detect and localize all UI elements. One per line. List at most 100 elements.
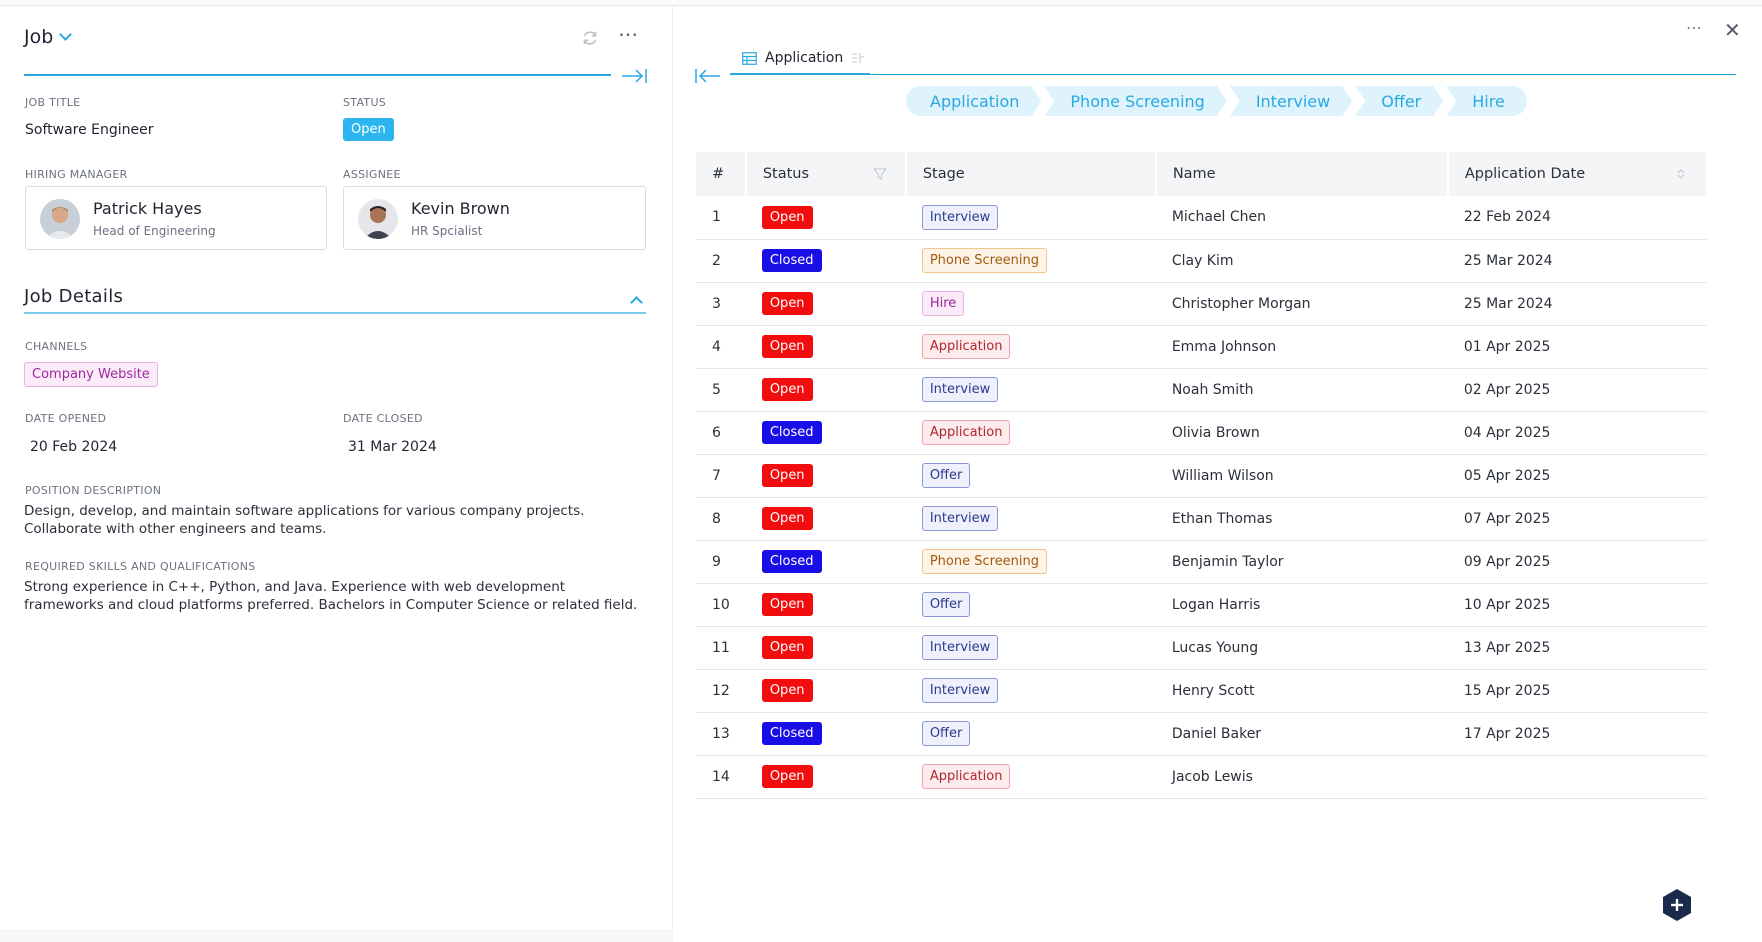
row-application-date: 15 Apr 2025	[1447, 669, 1707, 713]
column-header-status-label: Status	[762, 166, 810, 182]
assignee-name: Kevin Brown	[411, 199, 510, 218]
row-status-cell: Open	[745, 368, 906, 412]
stage-badge: Application	[921, 334, 1011, 359]
date-opened-label: DATE OPENED	[25, 412, 107, 425]
sort-icon[interactable]	[1674, 167, 1688, 181]
row-number: 11	[696, 626, 746, 670]
column-header-name[interactable]: Name	[1155, 152, 1449, 196]
add-button[interactable]	[1660, 888, 1694, 922]
date-closed-value: 31 Mar 2024	[348, 439, 437, 455]
table-row[interactable]: 3 Open Hire Christopher Morgan 25 Mar 2024	[696, 282, 1707, 326]
row-status-cell: Open	[745, 583, 906, 627]
position-description: Design, develop, and maintain software a…	[24, 503, 585, 537]
table-row[interactable]: 5 Open Interview Noah Smith 02 Apr 2025	[696, 368, 1707, 412]
section-divider	[24, 312, 646, 314]
row-name: Daniel Baker	[1155, 712, 1448, 756]
pipeline-step-phone-screening[interactable]: Phone Screening	[1044, 86, 1226, 116]
row-number: 9	[696, 540, 746, 584]
stage-badge: Phone Screening	[921, 549, 1048, 574]
row-status-cell: Open	[745, 497, 906, 541]
row-application-date: 07 Apr 2025	[1447, 497, 1707, 541]
hiring-manager-label: HIRING MANAGER	[25, 168, 128, 181]
row-stage-cell: Interview	[905, 196, 1156, 240]
row-name: Clay Kim	[1155, 239, 1448, 283]
row-name: Jacob Lewis	[1155, 755, 1448, 799]
row-name: Benjamin Taylor	[1155, 540, 1448, 584]
job-title-label: JOB TITLE	[25, 96, 81, 109]
row-name: Olivia Brown	[1155, 411, 1448, 455]
table-header-row: # Status Stage Name Application Date	[696, 152, 1709, 196]
table-row[interactable]: 4 Open Application Emma Johnson 01 Apr 2025	[696, 325, 1707, 369]
column-header-date-label: Application Date	[1464, 166, 1586, 182]
table-icon	[742, 51, 757, 65]
active-tab-indicator	[730, 73, 870, 75]
more-options-icon[interactable]: ⋯	[1686, 18, 1703, 37]
table-row[interactable]: 12 Open Interview Henry Scott 15 Apr 2025	[696, 669, 1707, 713]
list-settings-icon[interactable]	[851, 52, 865, 64]
header-divider	[24, 74, 611, 76]
chevron-down-icon	[59, 28, 73, 41]
status-badge: Open	[761, 507, 813, 530]
stage-badge: Interview	[921, 506, 999, 531]
filter-icon[interactable]	[872, 167, 887, 181]
tab-application[interactable]: Application	[742, 50, 865, 66]
row-number: 13	[696, 712, 746, 756]
channels-label: CHANNELS	[25, 340, 88, 353]
row-name: Michael Chen	[1155, 196, 1448, 240]
hiring-manager-name: Patrick Hayes	[93, 199, 202, 218]
table-row[interactable]: 2 Closed Phone Screening Clay Kim 25 Mar 202…	[696, 239, 1707, 283]
column-header-stage[interactable]: Stage	[905, 152, 1157, 196]
table-row[interactable]: 14 Open Application Jacob Lewis	[696, 755, 1707, 799]
hiring-manager-card[interactable]: Patrick Hayes Head of Engineering	[25, 186, 327, 250]
collapse-right-icon[interactable]	[620, 66, 648, 86]
pipeline-step-application[interactable]: Application	[906, 86, 1041, 116]
hiring-manager-role: Head of Engineering	[93, 224, 216, 238]
row-stage-cell: Offer	[905, 583, 1156, 627]
table-row[interactable]: 11 Open Interview Lucas Young 13 Apr 2025	[696, 626, 1707, 670]
close-icon[interactable]: ✕	[1724, 18, 1741, 42]
stage-badge: Offer	[921, 592, 971, 617]
row-status-cell: Closed	[745, 540, 906, 584]
table-row[interactable]: 13 Closed Offer Daniel Baker 17 Apr 2025	[696, 712, 1707, 756]
more-options-icon[interactable]: ⋯	[618, 22, 639, 46]
date-opened-value: 20 Feb 2024	[30, 439, 118, 455]
table-row[interactable]: 6 Closed Application Olivia Brown 04 Apr 202…	[696, 411, 1707, 455]
bottom-strip	[0, 930, 673, 942]
row-application-date: 04 Apr 2025	[1447, 411, 1707, 455]
pipeline-step-offer[interactable]: Offer	[1355, 86, 1443, 116]
column-header-application-date[interactable]: Application Date	[1447, 152, 1709, 196]
column-header-status[interactable]: Status	[745, 152, 907, 196]
table-row[interactable]: 1 Open Interview Michael Chen 22 Feb 2024	[696, 196, 1707, 240]
applications-table: # Status Stage Name Application Date 1 O…	[696, 152, 1709, 799]
row-name: Lucas Young	[1155, 626, 1448, 670]
status-label: STATUS	[343, 96, 387, 109]
row-stage-cell: Application	[905, 325, 1156, 369]
table-row[interactable]: 7 Open Offer William Wilson 05 Apr 2025	[696, 454, 1707, 498]
pipeline-step-interview[interactable]: Interview	[1230, 86, 1352, 116]
row-status-cell: Closed	[745, 239, 906, 283]
row-name: William Wilson	[1155, 454, 1448, 498]
pipeline-step-hire[interactable]: Hire	[1446, 86, 1527, 116]
stage-badge: Interview	[921, 678, 999, 703]
table-row[interactable]: 8 Open Interview Ethan Thomas 07 Apr 2025	[696, 497, 1707, 541]
table-row[interactable]: 10 Open Offer Logan Harris 10 Apr 2025	[696, 583, 1707, 627]
assignee-card[interactable]: Kevin Brown HR Spcialist	[343, 186, 646, 250]
avatar	[358, 199, 398, 239]
chevron-up-icon[interactable]	[630, 296, 643, 309]
refresh-icon[interactable]	[580, 28, 600, 48]
row-application-date: 05 Apr 2025	[1447, 454, 1707, 498]
job-status-badge: Open	[343, 118, 394, 141]
stage-badge: Offer	[921, 721, 971, 746]
row-name: Ethan Thomas	[1155, 497, 1448, 541]
column-header-number[interactable]: #	[696, 152, 747, 196]
row-stage-cell: Phone Screening	[905, 540, 1156, 584]
applications-panel: ⋯ ✕ Application Application Phone Screen…	[674, 6, 1762, 942]
row-number: 5	[696, 368, 746, 412]
row-status-cell: Open	[745, 454, 906, 498]
row-stage-cell: Phone Screening	[905, 239, 1156, 283]
table-row[interactable]: 9 Closed Phone Screening Benjamin Taylor 09 …	[696, 540, 1707, 584]
row-status-cell: Open	[745, 755, 906, 799]
job-selector[interactable]: Job	[24, 26, 73, 48]
collapse-left-icon[interactable]	[694, 66, 722, 86]
row-stage-cell: Interview	[905, 368, 1156, 412]
